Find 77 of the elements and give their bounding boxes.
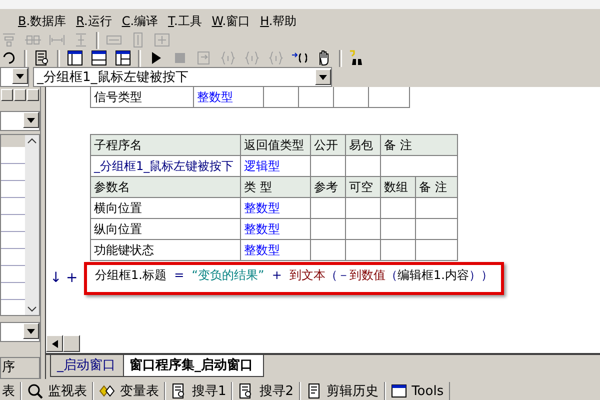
arrow-marker: ↓ xyxy=(50,270,63,286)
table-cell: 整数型 xyxy=(241,219,311,240)
menu-item[interactable]: B.数据库 xyxy=(18,12,66,32)
magnifier-icon xyxy=(27,383,43,399)
table-cell: 参数名 xyxy=(91,177,241,198)
combo-box[interactable] xyxy=(0,67,29,88)
table-cell xyxy=(381,219,416,240)
panel-tab[interactable]: 剪辑历史 xyxy=(300,382,385,400)
table-cell xyxy=(416,198,458,220)
diamonds-icon xyxy=(99,383,115,399)
table-cell xyxy=(369,87,410,108)
table-cell: 类 型 xyxy=(241,177,311,198)
table-cell: 备 注 xyxy=(416,177,458,198)
caret-icon xyxy=(27,328,35,334)
panel-tab[interactable]: 监视表 xyxy=(21,382,93,400)
table-cell xyxy=(346,240,381,262)
table-cell: 公开 xyxy=(311,135,346,156)
dropdown-button[interactable] xyxy=(315,69,331,86)
table-cell: 纵向位置 xyxy=(91,219,241,240)
panel-tab[interactable]: 变量表 xyxy=(93,382,165,400)
layout-icon[interactable] xyxy=(90,49,108,68)
caret-icon xyxy=(27,118,35,123)
table-cell: 信号类型 xyxy=(91,87,194,108)
dropdown-button[interactable] xyxy=(23,323,39,339)
menu-item[interactable]: T.工具 xyxy=(168,12,202,32)
expand-marker[interactable]: + xyxy=(66,270,82,286)
layout-icon[interactable] xyxy=(114,49,132,68)
table-cell: 数组 xyxy=(381,177,416,198)
table-cell xyxy=(334,87,369,108)
table-cell: 易包 xyxy=(346,135,381,156)
table-cell xyxy=(416,240,458,262)
table-cell xyxy=(311,198,346,220)
panel-tab[interactable]: 搜寻1 xyxy=(165,382,232,400)
table-cell: 返回值类型 xyxy=(241,135,311,156)
table-cell: 整数型 xyxy=(241,240,311,262)
scroll-left-icon[interactable] xyxy=(46,335,63,352)
window-icon xyxy=(390,383,407,399)
caret-icon xyxy=(16,74,24,79)
combo-box[interactable] xyxy=(0,111,40,132)
dropdown-button[interactable] xyxy=(23,112,39,128)
table-cell: 参考 xyxy=(311,177,346,198)
caret-icon xyxy=(319,74,327,80)
combo-box[interactable] xyxy=(0,322,40,342)
scrollbar[interactable] xyxy=(25,135,39,315)
document-icon xyxy=(306,383,322,399)
menu-item[interactable]: H.帮助 xyxy=(260,12,297,32)
menu-item[interactable]: R.运行 xyxy=(76,12,112,32)
table-cell: 功能键状态 xyxy=(91,240,241,262)
menu-item[interactable]: C.编译 xyxy=(122,12,158,32)
preview-icon[interactable] xyxy=(33,49,51,68)
panel-tab[interactable]: 搜寻2 xyxy=(232,382,300,400)
table-cell xyxy=(416,219,458,240)
table-cell: 整数型 xyxy=(194,87,264,108)
table-cell xyxy=(346,219,381,240)
table-cell xyxy=(346,198,381,220)
table-cell xyxy=(299,87,334,108)
code-statement: 分组框1.标题 = “变负的结果” + 到文本（－到数值（编辑框1.内容）） xyxy=(95,266,493,284)
panel-tab[interactable]: 表 xyxy=(0,382,21,400)
table-cell: 子程序名 xyxy=(91,135,241,156)
document-search-icon xyxy=(171,383,187,399)
table-cell xyxy=(264,87,299,108)
scroll-thumb[interactable] xyxy=(63,335,80,352)
table-cell: 备 注 xyxy=(381,135,458,156)
dropdown-button[interactable] xyxy=(12,68,28,84)
table-cell xyxy=(381,198,416,220)
editor-tab[interactable]: 窗口程序集_启动窗口 xyxy=(122,355,264,377)
table-cell: 可空 xyxy=(346,177,381,198)
table-cell: 整数型 xyxy=(241,198,311,220)
subroutine-combo-box[interactable]: _分组框1_鼠标左键被按下 xyxy=(33,67,332,88)
panel-tab[interactable]: 序 xyxy=(0,357,40,379)
table-cell xyxy=(311,240,346,262)
layout-icon[interactable] xyxy=(66,49,84,68)
table-cell xyxy=(311,219,346,240)
table-cell: 横向位置 xyxy=(91,198,241,220)
menu-item[interactable]: W.窗口 xyxy=(212,12,250,32)
panel-tab[interactable]: Tools xyxy=(384,382,450,400)
table-cell xyxy=(381,240,416,262)
